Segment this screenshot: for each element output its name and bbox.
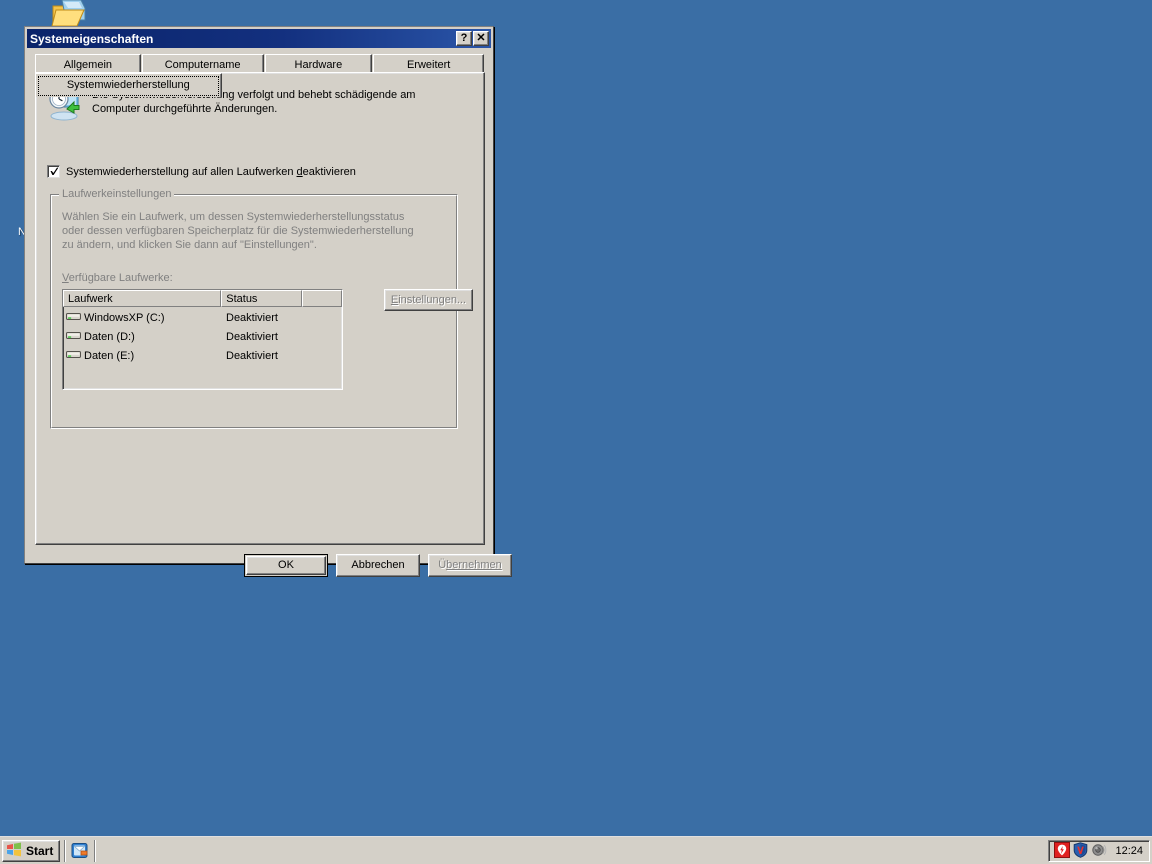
disable-restore-checkbox[interactable] — [47, 165, 60, 178]
cancel-button[interactable]: Abbrechen — [336, 554, 420, 577]
groupbox-title: Laufwerkeinstellungen — [59, 188, 175, 200]
system-tray: 12:24 — [1048, 840, 1150, 862]
groupbox-desc-line-1: Wählen Sie ein Laufwerk, um dessen Syste… — [62, 211, 405, 223]
cancel-button-label: Abbrechen — [351, 559, 405, 571]
taskbar-separator-2 — [94, 839, 97, 862]
drive-name-cell: Daten (D:) — [63, 330, 226, 344]
drive-name-cell: Daten (E:) — [63, 349, 226, 363]
hard-drive-icon — [66, 330, 81, 344]
dialog-title: Systemeigenschaften — [30, 31, 154, 46]
drive-status-cell: Deaktiviert — [226, 330, 278, 343]
table-row[interactable]: WindowsXP (C:) Deaktiviert — [63, 308, 342, 327]
system-properties-dialog: Systemeigenschaften ? ✕ Allgemein Comput… — [24, 26, 512, 577]
drives-listview[interactable]: Laufwerk Status WindowsXP (C:) Deaktivie… — [62, 289, 343, 390]
checkmark-icon — [50, 167, 59, 175]
drive-settings-groupbox: Laufwerkeinstellungen Wählen Sie ein Lau… — [50, 188, 473, 429]
column-header-status[interactable]: Status — [221, 290, 303, 307]
apply-button-label: bernehmen — [446, 559, 502, 571]
drive-status-cell: Deaktiviert — [226, 349, 278, 362]
quick-launch-bar — [70, 841, 90, 861]
ok-button[interactable]: OK — [244, 554, 328, 577]
intro-line-2: Computer durchgeführte Änderungen. — [92, 103, 278, 115]
hard-drive-icon — [66, 311, 81, 325]
disable-restore-checkbox-label: Systemwiederherstellung auf allen Laufwe… — [66, 166, 356, 178]
volume-icon[interactable] — [1091, 842, 1107, 861]
tab-allgemein-label: Allgemein — [63, 59, 113, 71]
outlook-express-icon[interactable] — [70, 841, 90, 861]
taskbar-clock[interactable]: 12:24 — [1115, 845, 1143, 857]
desktop-icon-partial-label: N — [18, 226, 26, 238]
table-row[interactable]: Daten (E:) Deaktiviert — [63, 346, 342, 365]
desktop-icon-partial[interactable]: N — [0, 225, 26, 238]
checkbox-label-after: eaktivieren — [302, 165, 356, 178]
available-drives-label: Verfügbare Laufwerke: — [62, 272, 173, 284]
hard-drive-icon — [66, 349, 81, 363]
start-button[interactable]: Start — [2, 839, 61, 862]
drive-name-cell: WindowsXP (C:) — [63, 311, 226, 325]
groupbox-desc-line-3: zu ändern, und klicken Sie dann auf "Ein… — [62, 239, 317, 251]
windows-logo-icon — [6, 842, 22, 860]
available-drives-label-accel: V — [62, 272, 69, 284]
column-header-status-label: Status — [226, 293, 258, 305]
security-alert-icon[interactable] — [1054, 841, 1071, 861]
table-row[interactable]: Daten (D:) Deaktiviert — [63, 327, 342, 346]
tab-computername-label: Computername — [164, 59, 241, 71]
tab-hardware-label: Hardware — [294, 59, 343, 71]
close-button[interactable]: ✕ — [473, 31, 489, 46]
taskbar: Start 12:24 — [0, 836, 1152, 864]
drive-name-text: WindowsXP (C:) — [84, 311, 165, 324]
tab-systemwiederherstellung[interactable]: Systemwiederherstellung — [35, 73, 222, 97]
ok-button-label: OK — [278, 559, 294, 571]
column-header-laufwerk-label: Laufwerk — [68, 293, 113, 305]
start-button-label: Start — [26, 843, 54, 858]
tab-erweitert-label: Erweitert — [406, 59, 451, 71]
tab-systemwiederherstellung-label: Systemwiederherstellung — [66, 79, 190, 91]
apply-button[interactable]: Übernehmen — [428, 554, 512, 577]
groupbox-description: Wählen Sie ein Laufwerk, um dessen Syste… — [62, 210, 448, 252]
drive-name-text: Daten (D:) — [84, 330, 135, 343]
column-header-extra[interactable] — [302, 290, 342, 307]
tab-page-systemwiederherstellung: Die Systemwiederherstellung verfolgt und… — [35, 72, 485, 545]
settings-button-label: instellungen... — [398, 294, 467, 306]
taskbar-separator — [64, 839, 67, 862]
drive-status-cell: Deaktiviert — [226, 311, 278, 324]
groupbox-desc-line-2: oder dessen verfügbaren Speicherplatz fü… — [62, 225, 414, 237]
listview-body: WindowsXP (C:) Deaktiviert Daten (D:) De… — [63, 307, 342, 365]
column-header-laufwerk[interactable]: Laufwerk — [63, 290, 222, 307]
desktop: N Systemeigenschaften ? ✕ Allgemein Comp… — [0, 0, 1152, 864]
antivirus-shield-icon[interactable] — [1073, 841, 1088, 861]
help-button[interactable]: ? — [456, 31, 472, 46]
settings-button[interactable]: Einstellungen... — [384, 289, 473, 311]
checkbox-label-before: Systemwiederherstellung auf allen Laufwe… — [66, 165, 297, 178]
apply-button-accel: Ü — [438, 559, 447, 571]
listview-header: Laufwerk Status — [63, 290, 342, 307]
drive-name-text: Daten (E:) — [84, 349, 135, 362]
available-drives-label-rest: erfügbare Laufwerke: — [68, 272, 173, 284]
dialog-footer: OK Abbrechen Übernehmen — [25, 554, 512, 578]
disable-restore-checkbox-row[interactable]: Systemwiederherstellung auf allen Laufwe… — [47, 165, 356, 178]
dialog-titlebar[interactable]: Systemeigenschaften ? ✕ — [27, 29, 491, 48]
